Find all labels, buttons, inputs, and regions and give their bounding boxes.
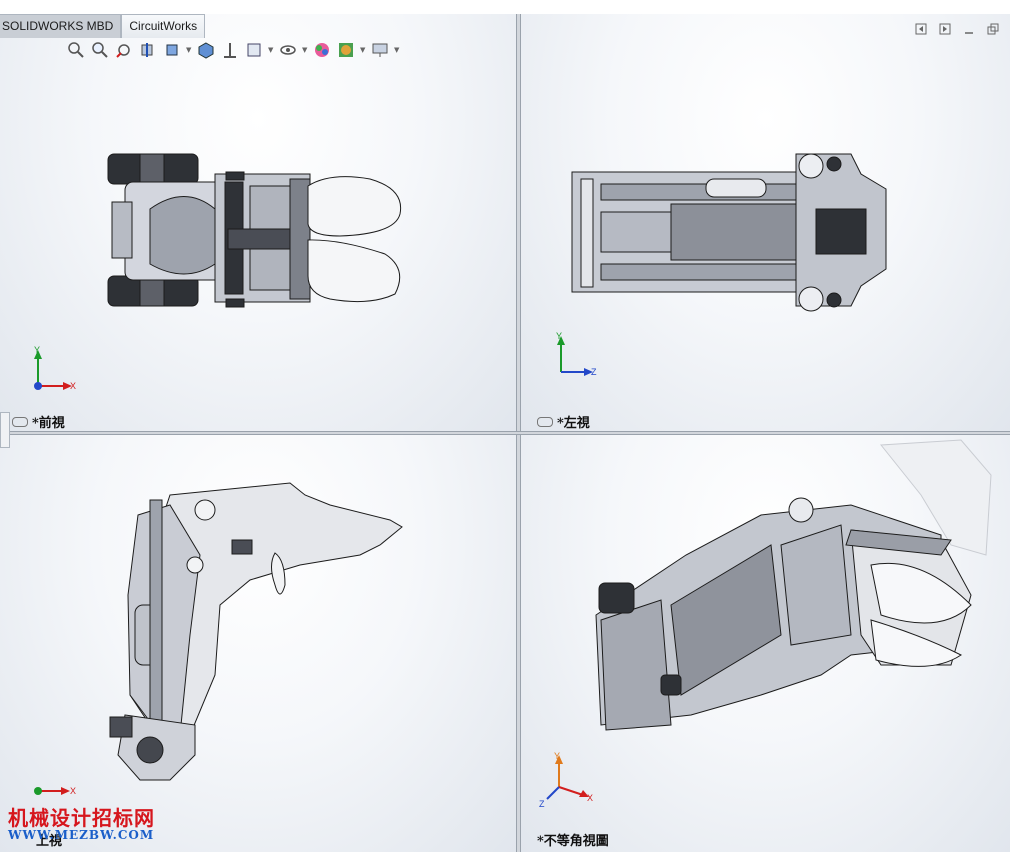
viewport-isometric[interactable]: Y Z X *不等角視圖 bbox=[521, 435, 1010, 852]
link-icon bbox=[12, 416, 28, 427]
minimize-icon[interactable] bbox=[962, 22, 976, 36]
window-controls bbox=[914, 22, 1000, 36]
watermark-url: WWW.MEZBW.COM bbox=[8, 828, 155, 842]
zoom-to-area-icon[interactable] bbox=[90, 40, 110, 60]
scene-caret-icon[interactable]: ▼ bbox=[360, 46, 366, 54]
watermark-text: 机械设计招标网 bbox=[8, 806, 155, 830]
tab-solidworks-mbd[interactable]: SOLIDWORKS MBD bbox=[0, 14, 122, 38]
isometric-view-label: *不等角視圖 bbox=[537, 834, 609, 849]
top-triad-icon bbox=[34, 787, 70, 795]
heads-up-view-toolbar: ▼ ▼ ▼ ▼ ▼ bbox=[66, 40, 400, 60]
tile-right-icon[interactable] bbox=[938, 22, 952, 36]
left-axis-y: Y bbox=[556, 331, 562, 341]
viewport-top[interactable]: X 上視 bbox=[0, 435, 516, 852]
visibility-eye-icon[interactable] bbox=[278, 40, 298, 60]
watermark: 机械设计招标网 WWW.MEZBW.COM bbox=[8, 802, 155, 842]
edit-appearance-icon[interactable] bbox=[244, 40, 264, 60]
top-axis-x: X bbox=[70, 786, 76, 796]
front-axis-x: X bbox=[70, 381, 76, 391]
left-view-label: *左視 bbox=[537, 412, 590, 431]
monitor-display-icon[interactable] bbox=[370, 40, 390, 60]
front-view-label: *前視 bbox=[12, 412, 65, 431]
front-axis-y: Y bbox=[34, 345, 40, 355]
viewport-front[interactable]: Y X *前視 bbox=[0, 14, 516, 432]
apply-scene-icon[interactable] bbox=[312, 40, 332, 60]
display-style-icon[interactable] bbox=[196, 40, 216, 60]
horizontal-splitter[interactable] bbox=[0, 431, 1010, 435]
iso-axis-y: Y bbox=[554, 751, 560, 761]
view-settings-icon[interactable] bbox=[336, 40, 356, 60]
iso-axis-x: X bbox=[587, 793, 593, 803]
front-view-model: Y X bbox=[34, 153, 402, 391]
panel-collapse-handle[interactable] bbox=[0, 412, 10, 448]
link-icon bbox=[537, 416, 553, 427]
top-strip bbox=[0, 0, 1010, 15]
visibility-caret-icon[interactable]: ▼ bbox=[302, 46, 308, 54]
monitor-caret-icon[interactable]: ▼ bbox=[394, 46, 400, 54]
front-triad-icon bbox=[34, 350, 72, 390]
view-orientation-caret-icon[interactable]: ▼ bbox=[186, 46, 192, 54]
zoom-to-fit-icon[interactable] bbox=[66, 40, 86, 60]
section-view-icon[interactable] bbox=[138, 40, 158, 60]
tab-circuitworks[interactable]: CircuitWorks bbox=[121, 14, 206, 38]
tile-left-icon[interactable] bbox=[914, 22, 928, 36]
isometric-view-model: Y Z X bbox=[539, 439, 992, 809]
left-axis-z: Z bbox=[591, 367, 597, 377]
restore-icon[interactable] bbox=[986, 22, 1000, 36]
view-orientation-icon[interactable] bbox=[162, 40, 182, 60]
iso-triad-icon bbox=[546, 755, 589, 800]
left-triad-icon bbox=[557, 336, 593, 376]
tab-strip: SOLIDWORKS MBD CircuitWorks bbox=[0, 14, 206, 38]
iso-axis-z: Z bbox=[539, 799, 545, 809]
previous-view-icon[interactable] bbox=[114, 40, 134, 60]
viewport-left[interactable]: Y Z *左視 bbox=[521, 14, 1010, 432]
top-view-model: X bbox=[34, 482, 403, 796]
left-view-model: Y Z bbox=[556, 153, 887, 377]
appearance-caret-icon[interactable]: ▼ bbox=[268, 46, 274, 54]
hide-show-items-icon[interactable] bbox=[220, 40, 240, 60]
